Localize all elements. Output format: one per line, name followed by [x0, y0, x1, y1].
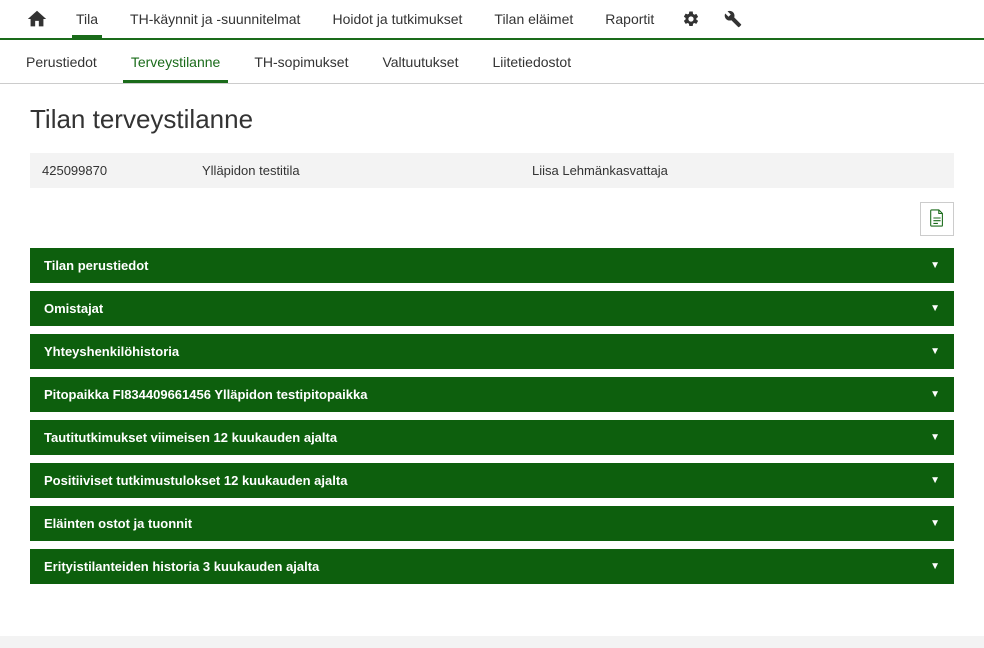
chevron-down-icon: ▼ — [930, 303, 940, 314]
pdf-export-button[interactable] — [920, 202, 954, 236]
top-navigation: TilaTH-käynnit ja -suunnitelmatHoidot ja… — [0, 0, 984, 40]
chevron-down-icon: ▼ — [930, 475, 940, 486]
chevron-down-icon: ▼ — [930, 518, 940, 529]
accordion-label: Pitopaikka FI834409661456 Ylläpidon test… — [44, 387, 367, 402]
topnav-item-0[interactable]: Tila — [62, 1, 112, 37]
accordion-3: Pitopaikka FI834409661456 Ylläpidon test… — [30, 377, 954, 412]
accordion-label: Erityistilanteiden historia 3 kuukauden … — [44, 559, 319, 574]
topnav-item-3[interactable]: Tilan eläimet — [480, 1, 587, 37]
accordion-label: Yhteyshenkilöhistoria — [44, 344, 179, 359]
accordion-header-7[interactable]: Erityistilanteiden historia 3 kuukauden … — [30, 549, 954, 584]
accordion-header-3[interactable]: Pitopaikka FI834409661456 Ylläpidon test… — [30, 377, 954, 412]
accordion-4: Tautitutkimukset viimeisen 12 kuukauden … — [30, 420, 954, 455]
subnav-item-0[interactable]: Perustiedot — [10, 42, 113, 82]
chevron-down-icon: ▼ — [930, 561, 940, 572]
accordion-header-0[interactable]: Tilan perustiedot ▼ — [30, 248, 954, 283]
accordion-2: Yhteyshenkilöhistoria ▼ — [30, 334, 954, 369]
export-row — [30, 202, 954, 236]
chevron-down-icon: ▼ — [930, 260, 940, 271]
accordion-1: Omistajat ▼ — [30, 291, 954, 326]
topnav-item-4[interactable]: Raportit — [591, 1, 668, 37]
accordion-5: Positiiviset tutkimustulokset 12 kuukaud… — [30, 463, 954, 498]
chevron-down-icon: ▼ — [930, 389, 940, 400]
accordion-7: Erityistilanteiden historia 3 kuukauden … — [30, 549, 954, 584]
farm-info-bar: 425099870 Ylläpidon testitila Liisa Lehm… — [30, 153, 954, 188]
gear-icon[interactable] — [672, 2, 710, 36]
accordion-label: Omistajat — [44, 301, 103, 316]
content-area: Tilan terveystilanne 425099870 Ylläpidon… — [0, 84, 984, 612]
accordion-0: Tilan perustiedot ▼ — [30, 248, 954, 283]
farm-id: 425099870 — [42, 163, 202, 178]
sub-navigation: PerustiedotTerveystilanneTH-sopimuksetVa… — [0, 40, 984, 84]
page-title: Tilan terveystilanne — [30, 104, 954, 135]
accordion-header-2[interactable]: Yhteyshenkilöhistoria ▼ — [30, 334, 954, 369]
accordion-header-4[interactable]: Tautitutkimukset viimeisen 12 kuukauden … — [30, 420, 954, 455]
footer-bar — [0, 636, 984, 648]
subnav-item-2[interactable]: TH-sopimukset — [238, 42, 364, 82]
accordion-6: Eläinten ostot ja tuonnit ▼ — [30, 506, 954, 541]
wrench-icon[interactable] — [714, 2, 752, 36]
chevron-down-icon: ▼ — [930, 432, 940, 443]
pdf-icon — [929, 209, 945, 230]
subnav-item-3[interactable]: Valtuutukset — [366, 42, 474, 82]
farm-name: Ylläpidon testitila — [202, 163, 532, 178]
accordion-label: Tautitutkimukset viimeisen 12 kuukauden … — [44, 430, 337, 445]
topnav-item-1[interactable]: TH-käynnit ja -suunnitelmat — [116, 1, 314, 37]
accordion-label: Eläinten ostot ja tuonnit — [44, 516, 192, 531]
accordion-header-5[interactable]: Positiiviset tutkimustulokset 12 kuukaud… — [30, 463, 954, 498]
chevron-down-icon: ▼ — [930, 346, 940, 357]
accordion-label: Tilan perustiedot — [44, 258, 149, 273]
farm-owner: Liisa Lehmänkasvattaja — [532, 163, 942, 178]
subnav-item-1[interactable]: Terveystilanne — [115, 42, 237, 82]
accordion-header-1[interactable]: Omistajat ▼ — [30, 291, 954, 326]
subnav-item-4[interactable]: Liitetiedostot — [476, 42, 587, 82]
home-icon[interactable] — [16, 0, 58, 38]
accordion-header-6[interactable]: Eläinten ostot ja tuonnit ▼ — [30, 506, 954, 541]
topnav-item-2[interactable]: Hoidot ja tutkimukset — [318, 1, 476, 37]
accordion-label: Positiiviset tutkimustulokset 12 kuukaud… — [44, 473, 347, 488]
